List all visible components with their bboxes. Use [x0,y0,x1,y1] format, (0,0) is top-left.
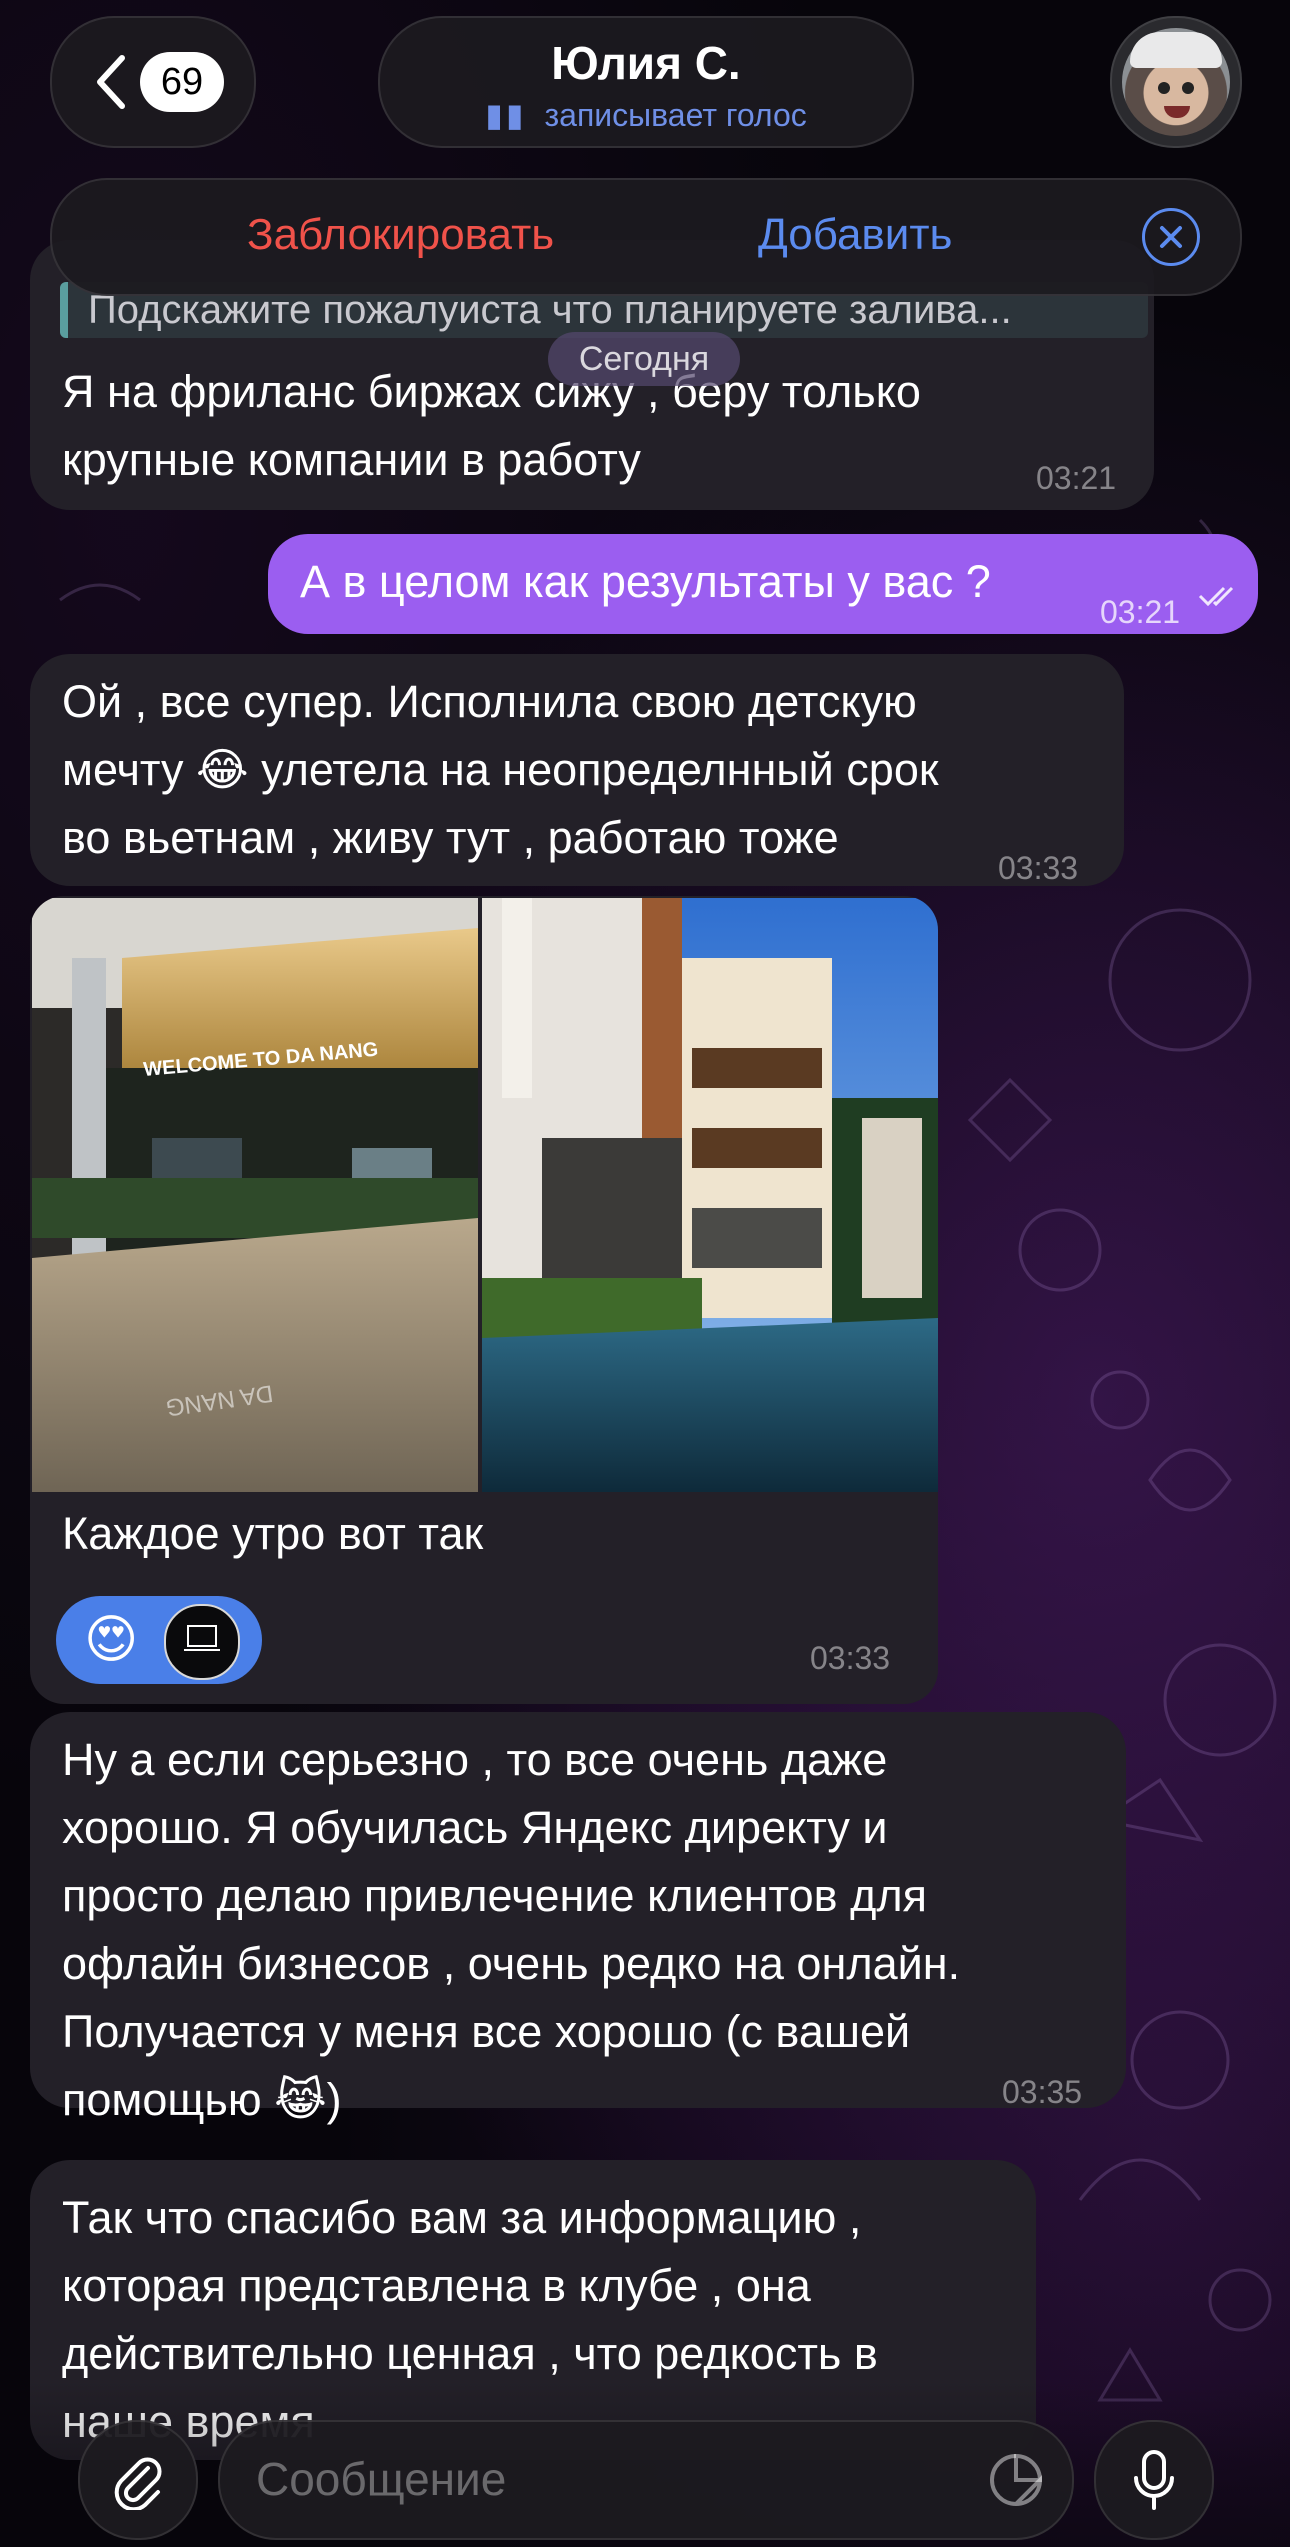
chat-title[interactable]: Юлия С. ▮▮ записывает голос [378,16,914,148]
message-placeholder: Сообщение [256,2453,507,2505]
message-time: 03:35 [1002,2074,1083,2110]
photo-caption: Каждое утро вот так [62,1508,484,1559]
message-time: 03:33 [810,1640,891,1676]
incoming-message[interactable]: Ой , все супер. Исполнила свою детскую м… [30,654,1124,886]
reactions-bar[interactable]: 😍 [56,1596,262,1684]
outgoing-message[interactable]: А в целом как результаты у вас ? 03:21 [268,534,1258,634]
message-time: 03:33 [998,850,1079,886]
message-text: Я на фриланс биржах сижу , беру только к… [62,366,921,485]
attach-button[interactable] [78,2420,198,2540]
status-text: записывает голос [544,97,807,133]
unread-count-badge: 69 [140,52,224,112]
date-separator: Сегодня [548,332,740,386]
microphone-icon [1134,2450,1174,2510]
message-input[interactable]: Сообщение [218,2420,1074,2540]
villa-photo[interactable] [482,898,938,1492]
message-text: А в целом как результаты у вас ? [300,556,991,607]
read-checkmarks-icon [1198,586,1234,607]
contact-name: Юлия С. [551,37,741,89]
message-time: 03:21 [1100,594,1181,630]
contact-avatar[interactable] [1110,16,1242,148]
message-text: Ну а если серьезно , то все очень даже х… [62,1734,961,2125]
message-time: 03:21 [1036,460,1117,496]
typing-status: ▮▮ записывает голос [380,96,912,134]
block-button[interactable]: Заблокировать [247,210,554,260]
close-icon[interactable] [1142,208,1200,266]
heart-eyes-reaction[interactable]: 😍 [84,1614,138,1666]
voice-recording-icon: ▮▮ [485,97,527,133]
voice-record-button[interactable] [1094,2420,1214,2540]
sticker-icon[interactable] [986,2450,1046,2510]
paperclip-icon [114,2457,162,2510]
airport-photo[interactable]: WELCOME TO DA NANG DA NANG [32,898,478,1492]
incoming-message[interactable]: Ну а если серьезно , то все очень даже х… [30,1712,1126,2125]
message-text: Ой , все супер. Исполнила свою детскую м… [62,676,939,863]
reactor-avatar [164,1604,240,1680]
chevron-left-icon [97,55,125,109]
unknown-contact-bar: Заблокировать Добавить [50,178,1242,296]
add-contact-button[interactable]: Добавить [758,210,952,260]
back-button[interactable]: 69 [50,16,256,148]
photo-message[interactable]: WELCOME TO DA NANG DA NANG Каждое утро в… [30,896,938,1704]
